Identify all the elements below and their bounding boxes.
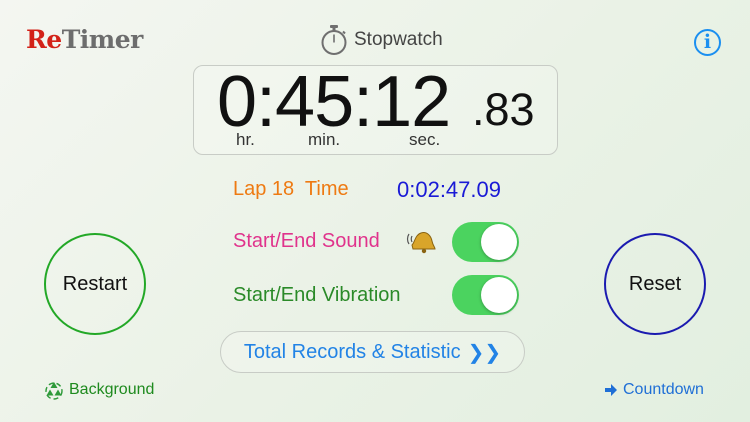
toggle-knob xyxy=(481,224,517,260)
info-button[interactable]: i xyxy=(694,29,721,56)
bell-icon xyxy=(406,232,436,254)
vibration-setting-label: Start/End Vibration xyxy=(233,284,401,306)
reset-button[interactable]: Reset xyxy=(604,233,706,335)
unit-seconds: sec. xyxy=(409,130,441,149)
background-label: Background xyxy=(69,381,155,398)
arrow-right-icon xyxy=(605,384,617,396)
stopwatch-icon xyxy=(321,25,347,55)
lap-label: Lap 18 Time xyxy=(233,178,349,200)
sound-toggle[interactable] xyxy=(452,222,519,262)
chevron-right-icon: ❯❯ xyxy=(467,341,502,364)
background-link[interactable]: Background xyxy=(44,380,154,400)
time-fraction: .83 xyxy=(472,84,535,135)
sound-setting-label: Start/End Sound xyxy=(233,230,380,252)
app-logo: ReTimer xyxy=(26,26,143,54)
logo-timer: Timer xyxy=(61,25,144,54)
lap-time-value: 0:02:47.09 xyxy=(397,177,501,202)
reset-label: Reset xyxy=(628,272,682,295)
recycle-icon xyxy=(45,382,63,400)
toggle-knob xyxy=(481,277,517,313)
records-label: Total Records & Statistic xyxy=(243,340,461,363)
restart-label: Restart xyxy=(62,272,128,295)
mode-title[interactable]: Stopwatch xyxy=(320,24,443,56)
countdown-link[interactable]: Countdown xyxy=(604,381,704,399)
mode-label: Stopwatch xyxy=(354,29,443,50)
vibration-toggle[interactable] xyxy=(452,275,519,315)
records-statistics-button[interactable]: Total Records & Statistic ❯❯ xyxy=(220,331,525,373)
countdown-label: Countdown xyxy=(623,381,704,398)
unit-minutes: min. xyxy=(308,130,341,149)
unit-hours: hr. xyxy=(236,130,255,149)
restart-button[interactable]: Restart xyxy=(44,233,146,335)
logo-re: Re xyxy=(26,25,62,54)
info-icon: i xyxy=(703,31,712,53)
